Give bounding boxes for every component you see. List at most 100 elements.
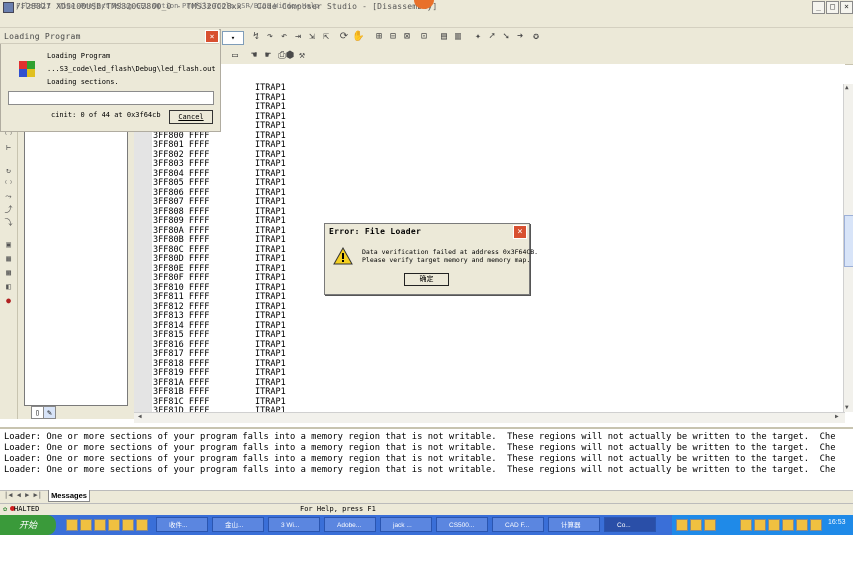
disasm-opcode: FFFF	[188, 273, 210, 283]
horizontal-scrollbar[interactable]	[134, 412, 845, 423]
menu-option[interactable]: Option	[153, 2, 178, 10]
error-dialog-close-icon[interactable]: ×	[513, 225, 527, 239]
tab-nav-arrows-icon[interactable]: |◀ ◀ ▶ ▶|	[4, 491, 42, 499]
tray-icon[interactable]	[690, 519, 702, 531]
remove-breakpoints-icon[interactable]: ⊟	[387, 31, 399, 42]
open-icon[interactable]: ▭	[229, 50, 241, 61]
taskbar-task[interactable]: 收件...	[156, 517, 208, 532]
strip-animate-icon[interactable]: ⤳	[3, 192, 14, 202]
minimize-button[interactable]: _	[812, 1, 825, 14]
breakpoint-icon[interactable]: ⊞	[373, 31, 385, 42]
config-dropdown[interactable]: ▾	[222, 31, 244, 45]
menu-window[interactable]: Window	[274, 2, 299, 10]
strip-trace-icon[interactable]: ⤴	[3, 205, 14, 215]
connect-icon[interactable]: ✪	[530, 31, 542, 42]
quicklaunch-app3-icon[interactable]	[136, 519, 148, 531]
strip-display-icon[interactable]: ◧	[3, 282, 14, 292]
tab-messages[interactable]: Messages	[48, 490, 90, 502]
disasm-opcode: FFFF	[188, 159, 210, 169]
strip-record-icon[interactable]: ●	[3, 296, 14, 306]
disasm-address: 3FF808	[153, 206, 184, 217]
menu-project[interactable]: Project	[80, 2, 110, 10]
taskbar-task[interactable]: 计算器	[548, 517, 600, 532]
ok-button[interactable]: 确定	[404, 273, 449, 286]
menu-edit[interactable]: Edit	[34, 2, 51, 10]
toggle-probe-icon[interactable]: ⊡	[418, 31, 430, 42]
rubiks-cube-icon	[19, 61, 35, 77]
project-tree[interactable]	[24, 120, 128, 406]
watch-window-icon[interactable]: ▤	[438, 31, 450, 42]
disasm-opcode: FFFF	[188, 130, 210, 141]
tray-icon[interactable]	[676, 519, 688, 531]
animate-icon[interactable]: ✦	[472, 31, 484, 42]
menu-gel[interactable]: GEL	[136, 2, 149, 10]
disasm-address: 3FF800	[153, 130, 184, 141]
taskbar-task[interactable]: CS500...	[436, 517, 488, 532]
memory-window-icon[interactable]: ▥	[452, 31, 464, 42]
strip-memory-icon[interactable]: ▦	[3, 254, 14, 264]
menu-view[interactable]: View	[58, 2, 75, 10]
taskbar-task-active[interactable]: Co...	[604, 517, 656, 532]
start-button[interactable]: 开始	[0, 515, 56, 535]
scroll-up-icon[interactable]: ▲	[845, 84, 849, 91]
halt-icon[interactable]: ✋	[352, 31, 364, 42]
run-to-cursor-icon[interactable]: ⇥	[292, 31, 304, 42]
quicklaunch-app2-icon[interactable]	[122, 519, 134, 531]
probe-point-icon[interactable]: ⊠	[401, 31, 413, 42]
loading-section-info: cinit: 0 of 44 at 0x3f64cb	[51, 111, 161, 119]
tray-icon[interactable]	[796, 519, 808, 531]
menu-debug[interactable]: Debug	[111, 2, 132, 10]
cancel-button[interactable]: Cancel	[169, 110, 213, 124]
menu-profile[interactable]: Profile	[182, 2, 212, 10]
hex-icon[interactable]: ⬢	[284, 50, 296, 61]
build-icon[interactable]: ⚒	[296, 50, 308, 61]
tray-volume-icon[interactable]	[810, 519, 822, 531]
menu-help[interactable]: Help	[302, 2, 319, 10]
run-icon[interactable]: ⟳	[338, 31, 350, 42]
quicklaunch-media-icon[interactable]	[94, 519, 106, 531]
strip-pause-icon[interactable]: ⁽⁾	[3, 179, 14, 189]
strip-register-icon[interactable]: ▣	[3, 240, 14, 250]
asm-step-over-icon[interactable]: ⇱	[320, 31, 332, 42]
bookmark-tab-icon[interactable]: ✎	[43, 406, 56, 419]
quicklaunch-app-icon[interactable]	[108, 519, 120, 531]
menu-file[interactable]: File	[16, 2, 33, 10]
asm-step-icon[interactable]: ⇲	[306, 31, 318, 42]
tray-icon[interactable]	[704, 519, 716, 531]
strip-stepout-icon[interactable]: ⊢	[3, 143, 14, 153]
scroll-left-icon[interactable]: ◀	[138, 413, 142, 420]
close-button[interactable]: ×	[840, 1, 853, 14]
restart-icon[interactable]: ➜	[514, 31, 526, 42]
disasm-address: 3FF812	[153, 301, 184, 312]
maximize-button[interactable]: □	[826, 1, 839, 14]
taskbar-task[interactable]: 3 Wi...	[268, 517, 320, 532]
vertical-scroll-thumb[interactable]	[844, 215, 853, 267]
scroll-down-icon[interactable]: ▼	[845, 404, 849, 411]
scroll-right-icon[interactable]: ▶	[835, 413, 839, 420]
strip-graph-icon[interactable]: ▩	[3, 268, 14, 278]
step-out-icon[interactable]: ↶	[278, 31, 290, 42]
quicklaunch-ie-icon[interactable]	[66, 519, 78, 531]
taskbar-task[interactable]: jack ...	[380, 517, 432, 532]
tray-icon[interactable]	[740, 519, 752, 531]
loading-dialog-close-icon[interactable]: ×	[205, 30, 219, 43]
strip-profile-icon[interactable]: ⤵	[3, 218, 14, 228]
hand-icon[interactable]: ☚	[248, 50, 260, 61]
strip-run-icon[interactable]: ↻	[3, 166, 14, 176]
tray-icon[interactable]	[768, 519, 780, 531]
disasm-opcode: FFFF	[188, 282, 210, 293]
taskbar-task[interactable]: Adobe...	[324, 517, 376, 532]
tray-icon[interactable]	[782, 519, 794, 531]
output-line: Loader: One or more sections of your pro…	[4, 465, 836, 475]
tray-icon[interactable]	[754, 519, 766, 531]
step-into-icon[interactable]: ↯	[250, 31, 262, 42]
run-free-icon[interactable]: ➚	[486, 31, 498, 42]
quicklaunch-folder-icon[interactable]	[80, 519, 92, 531]
taskbar-task[interactable]: 金山...	[212, 517, 264, 532]
reset-icon[interactable]: ➘	[500, 31, 512, 42]
step-over-icon[interactable]: ↷	[264, 31, 276, 42]
menu-dspbios[interactable]: DSP/BIOS	[237, 2, 271, 10]
hand-right-icon[interactable]: ☛	[262, 50, 274, 61]
taskbar-task[interactable]: CAD F...	[492, 517, 544, 532]
menu-tools[interactable]: Tools	[213, 2, 234, 10]
